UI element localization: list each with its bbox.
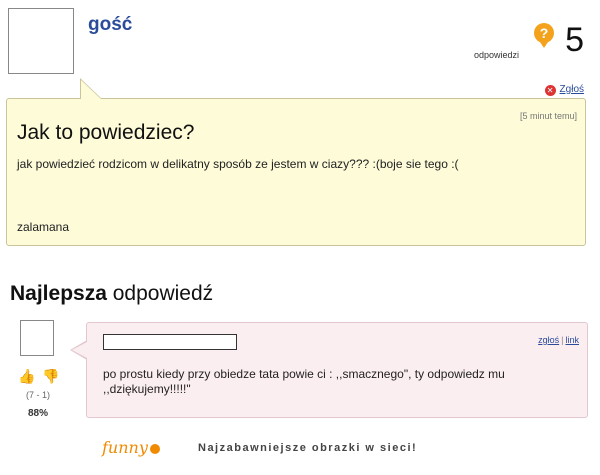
question-bubble-tail-fill <box>81 80 101 99</box>
vote-tally: (7 - 1) <box>25 390 50 400</box>
answers-label: odpowiedzi <box>474 50 520 60</box>
asker-username[interactable]: gość <box>88 14 132 36</box>
question-signature: zalamana <box>17 220 70 234</box>
answerer-name-redacted <box>103 334 237 350</box>
thumbs-up-icon[interactable]: 👍 <box>18 368 35 385</box>
question-bubble: [5 minut temu] Jak to powiedziec? jak po… <box>6 98 586 246</box>
vote-percent: 88% <box>27 408 48 419</box>
answers-counter: ? 5 odpowiedzi <box>474 20 584 70</box>
site-logo-text: funny <box>102 438 148 457</box>
best-answer-heading-rest: odpowiedź <box>112 282 214 305</box>
report-question-link[interactable]: ✕ Zgłoś <box>544 84 584 96</box>
report-x-icon: ✕ <box>544 85 556 96</box>
best-answer-heading: Najlepsza odpowiedź <box>10 282 213 306</box>
site-logo: funny <box>102 438 160 457</box>
answers-count: 5 <box>565 21 584 59</box>
answer-bubble: zgłoś | link po prostu kiedy przy obiedze … <box>86 322 588 418</box>
vote-controls: 👍 👎 <box>16 368 66 388</box>
answer-bubble-tail-fill <box>72 342 87 358</box>
thumbs-down-icon[interactable]: 👎 <box>42 368 59 385</box>
answer-links: zgłoś | link <box>538 335 579 345</box>
best-answer-heading-bold: Najlepsza <box>10 282 107 305</box>
question-body: jak powiedzieć rodzicom w delikatny spos… <box>17 157 459 171</box>
answer-body: po prostu kiedy przy obiedze tata powie … <box>103 367 505 396</box>
footer-watermark: funny Najzabawniejsze obrazki w sieci! <box>102 438 522 468</box>
answer-permalink[interactable]: link <box>565 335 579 345</box>
report-answer-link[interactable]: zgłoś <box>538 335 559 345</box>
asker-avatar[interactable] <box>8 8 74 74</box>
question-timestamp: [5 minut temu] <box>519 111 577 121</box>
site-tagline: Najzabawniejsze obrazki w sieci! <box>198 442 418 454</box>
question-title: Jak to powiedziec? <box>17 121 195 144</box>
report-question-label: Zgłoś <box>559 84 584 95</box>
logo-dot-icon <box>149 444 160 454</box>
answerer-avatar[interactable] <box>20 320 54 356</box>
question-bubble-icon: ? <box>534 23 554 48</box>
